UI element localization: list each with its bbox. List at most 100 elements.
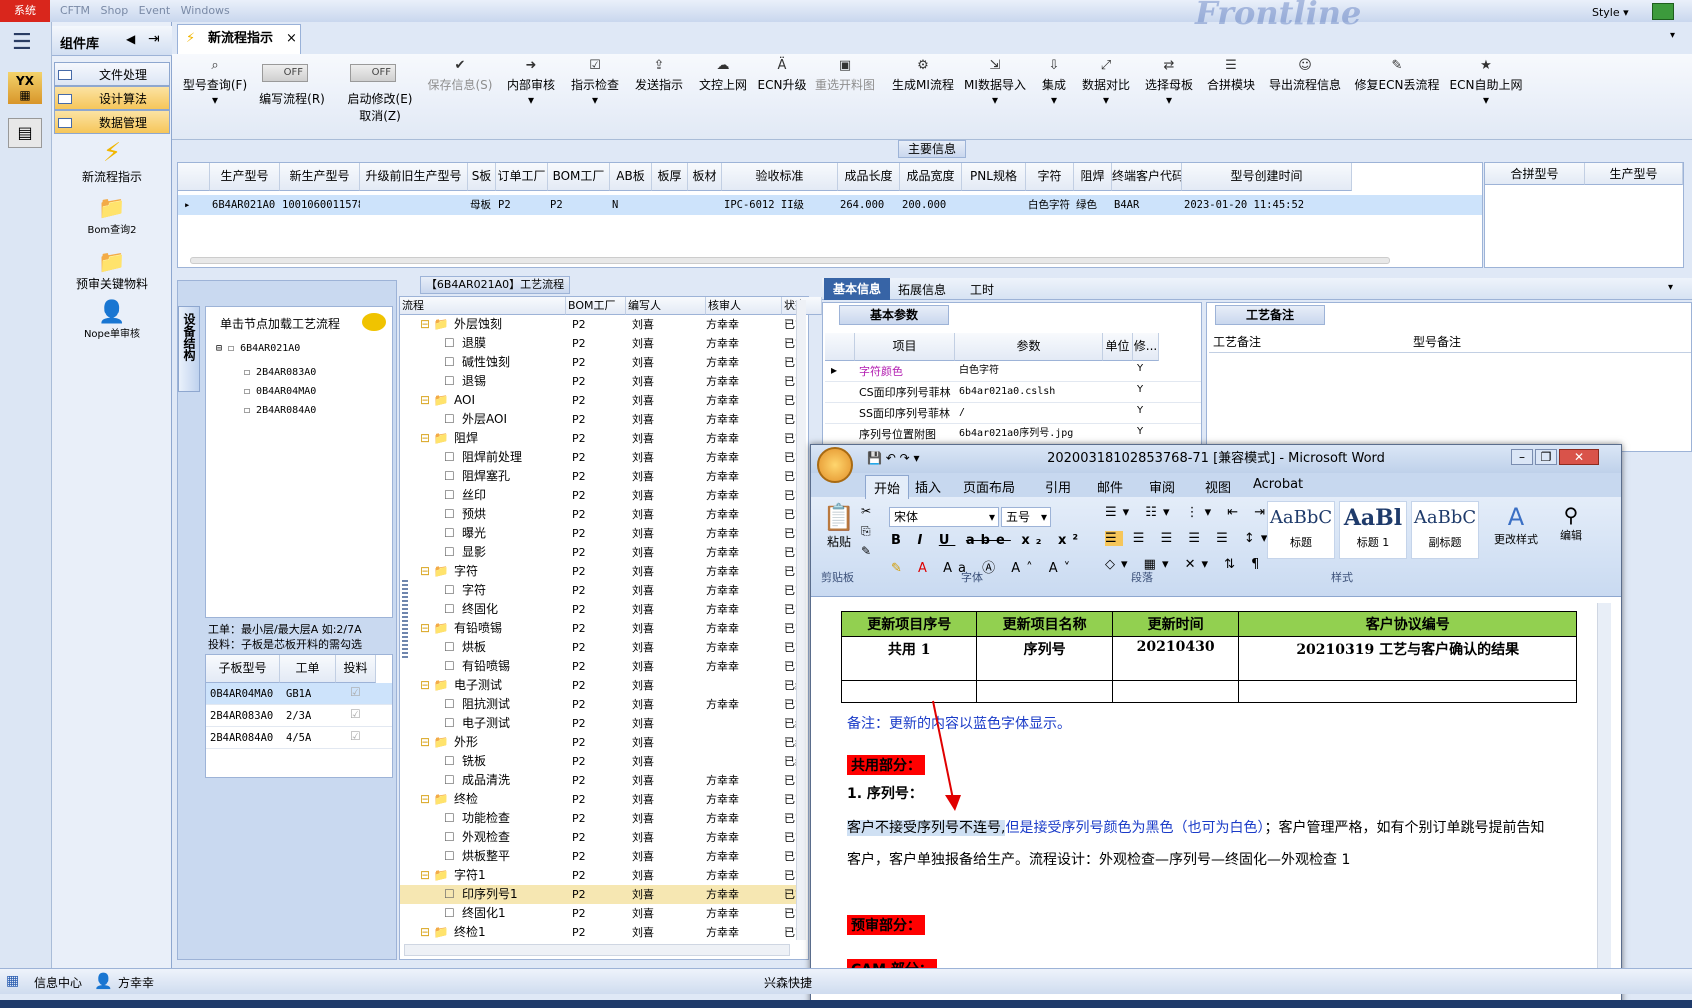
fix-ecn-button[interactable]: ✎ 修复ECN丢流程 (1352, 58, 1442, 93)
lib-nope-review[interactable]: 👤 Nope单审核 (52, 300, 172, 340)
calculator-icon[interactable]: ▤ (8, 118, 42, 148)
ribbon-tab[interactable]: 引用 (1045, 477, 1071, 496)
col-header-15[interactable]: 阻焊 (1074, 163, 1112, 191)
col-header-12[interactable]: 成品宽度 (900, 163, 962, 191)
start-modify-toggle[interactable]: OFF (350, 64, 396, 82)
merge-module-button[interactable]: ☰ 合拼模块 (1202, 58, 1260, 93)
param-col-header[interactable]: 修... (1133, 333, 1159, 361)
flow-step-row[interactable]: ☐ 外层AOI P2 刘喜 方幸幸 已审核 (400, 410, 796, 429)
param-col-header[interactable]: 参数 (955, 333, 1103, 361)
word-vscroll[interactable] (1597, 603, 1611, 983)
flow-step-row[interactable]: ☐ 丝印 P2 刘喜 方幸幸 已审核 (400, 486, 796, 505)
flow-vscroll[interactable] (796, 300, 806, 940)
ribbon-tab[interactable]: 邮件 (1097, 477, 1123, 496)
ribbon-tab[interactable]: 页面布局 (963, 477, 1015, 496)
tab-menu-icon[interactable]: ▾ (1668, 282, 1673, 293)
flow-group-row[interactable]: ⊟ 📁 终检 P2 刘喜 方幸幸 已审核 (400, 790, 796, 809)
feed-checkbox[interactable]: ☑ (350, 685, 361, 699)
style-swatch[interactable]: AaBbC 副标题 (1411, 501, 1479, 559)
flow-step-row[interactable]: ☐ 终固化 P2 刘喜 方幸幸 已审核 (400, 600, 796, 619)
ecn-self-upload-button[interactable]: ★ ECN自助上网 ▾ (1444, 58, 1528, 107)
flow-group-row[interactable]: ⊟ 📁 阻焊 P2 刘喜 方幸幸 已审核 (400, 429, 796, 448)
param-col-header[interactable]: 单位 (1103, 333, 1133, 361)
style-swatch[interactable]: AaBbC 标题 (1267, 501, 1335, 559)
flow-step-row[interactable]: ☐ 功能检查 P2 刘喜 方幸幸 已审核 (400, 809, 796, 828)
pin-icon[interactable]: ⇥ (148, 31, 160, 47)
col-header-4[interactable]: S板 (468, 163, 496, 191)
horizontal-scrollbar[interactable] (190, 257, 1390, 264)
col-header-14[interactable]: 字符 (1026, 163, 1074, 191)
flow-step-row[interactable]: ☐ 阻焊塞孔 P2 刘喜 方幸幸 已审核 (400, 467, 796, 486)
flow-hscroll[interactable] (404, 944, 790, 956)
info-center-label[interactable]: 信息中心 (34, 974, 82, 991)
ribbon-tab[interactable]: 审阅 (1149, 477, 1175, 496)
save-info-button[interactable]: ✔ 保存信息(S) (425, 58, 495, 93)
style-swatch[interactable]: AaBl 标题 1 (1339, 501, 1407, 559)
flow-step-row[interactable]: ☐ 碱性蚀刻 P2 刘喜 方幸幸 已审核 (400, 353, 796, 372)
flow-col-header[interactable]: BOM工厂 (566, 297, 626, 315)
col-header-17[interactable]: 型号创建时间 (1182, 163, 1352, 191)
mi-import-button[interactable]: ⇲ MI数据导入 ▾ (960, 58, 1030, 107)
reselect-cut-button[interactable]: ▣ 重选开料图 (810, 58, 880, 93)
flow-group-row[interactable]: ⊟ 📁 终检1 P2 刘喜 方幸幸 已审核 (400, 923, 796, 941)
feed-checkbox[interactable]: ☑ (350, 729, 361, 743)
change-style-button[interactable]: A 更改样式 (1491, 503, 1541, 547)
font-color-buttons[interactable]: ✎ A Aa Ⓐ A˄ A˅ (891, 557, 1076, 576)
flow-step-row[interactable]: ☐ 外观检查 P2 刘喜 方幸幸 已审核 (400, 828, 796, 847)
flow-step-row[interactable]: ☐ 电子测试 P2 刘喜 已编写 (400, 714, 796, 733)
yx-app-icon[interactable]: YX ▦ (8, 72, 42, 104)
col-header-8[interactable]: 板厚 (652, 163, 688, 191)
edit-button[interactable]: ⚲ 编辑 (1551, 503, 1591, 543)
flow-step-row[interactable]: ☐ 有铅喷锡 P2 刘喜 方幸幸 已审核 (400, 657, 796, 676)
select-mother-button[interactable]: ⇄ 选择母板 ▾ (1138, 58, 1200, 107)
col-header-1[interactable]: 生产型号 (210, 163, 280, 191)
param-row[interactable]: SS面印序列号菲林 / Y (825, 403, 1201, 424)
font-format-buttons[interactable]: B I U abe x₂ x² (891, 533, 1084, 548)
flow-step-row[interactable]: ☐ 烘板 P2 刘喜 方幸幸 已审核 (400, 638, 796, 657)
tab-new-flow[interactable]: ⚡ 新流程指示 × (177, 24, 301, 54)
param-row[interactable]: 序列号位置附图 6b4ar021a0序列号.jpg Y (825, 424, 1201, 445)
col-header-5[interactable]: 订单工厂 (496, 163, 548, 191)
tab-worktime[interactable]: 工时 (970, 281, 994, 298)
minimize-icon[interactable]: – (1511, 449, 1533, 465)
flow-step-row[interactable]: ☐ 退锡 P2 刘喜 方幸幸 已审核 (400, 372, 796, 391)
col-header-9[interactable]: 板材 (688, 163, 722, 191)
sub-board-row[interactable]: 2B4AR084A0 4/5A ☑ (206, 727, 392, 749)
feed-checkbox[interactable]: ☑ (350, 707, 361, 721)
flow-group-row[interactable]: ⊟ 📁 外形 P2 刘喜 已编写 (400, 733, 796, 752)
flow-step-row[interactable]: ☐ 退膜 P2 刘喜 方幸幸 已审核 (400, 334, 796, 353)
doc-upload-button[interactable]: ☁ 文控上网 (692, 58, 754, 93)
paste-button[interactable]: 📋 粘贴 (819, 503, 859, 550)
style-dropdown[interactable]: Style ▾ (1592, 6, 1629, 19)
tab-basic-info[interactable]: 基本信息 (824, 278, 890, 300)
para-buttons[interactable]: ◇▾ ▦▾ ✕▾ ⇅ ¶ (1105, 557, 1265, 572)
flow-step-row[interactable]: ☐ 终固化1 P2 刘喜 方幸幸 已审核 (400, 904, 796, 923)
flow-group-row[interactable]: ⊟ 📁 电子测试 P2 刘喜 已编写 (400, 676, 796, 695)
param-row[interactable]: CS面印序列号菲林 6b4ar021a0.cslsh Y (825, 382, 1201, 403)
align-buttons[interactable]: ☰ ☰ ☰ ☰ ☰ ↕▾ (1105, 531, 1273, 546)
document-page[interactable]: 更新项目序号 更新项目名称 更新时间 客户协议编号 共用 1 序列号 20210430 20… (827, 603, 1595, 1005)
param-col-header[interactable]: 项目 (855, 333, 955, 361)
list-buttons[interactable]: ☰▾ ☷▾ ⋮▾ ⇤ ⇥ (1105, 505, 1271, 520)
col-header-10[interactable]: 验收标准 (722, 163, 838, 191)
lib-new-flow[interactable]: ⚡ 新流程指示 (52, 138, 172, 185)
flow-group-row[interactable]: ⊟ 📁 有铅喷锡 P2 刘喜 方幸幸 已审核 (400, 619, 796, 638)
system-tab[interactable]: 系统 (0, 0, 50, 22)
ecn-upgrade-button[interactable]: Ä ECN升级 (756, 58, 808, 93)
restore-icon[interactable]: ❐ (1535, 449, 1557, 465)
instruction-check-button[interactable]: ☑ 指示检查 ▾ (564, 58, 626, 107)
sub-board-row[interactable]: 0B4AR04MA0 GB1A ☑ (206, 683, 392, 705)
flow-step-row[interactable]: ☐ 烘板整平 P2 刘喜 方幸幸 已审核 (400, 847, 796, 866)
tree-root[interactable]: ⊟ ☐ 6B4AR021A0 (216, 343, 300, 354)
flow-group-row[interactable]: ⊟ 📁 字符 P2 刘喜 方幸幸 已审核 (400, 562, 796, 581)
param-row[interactable]: ▸ 字符颜色 白色字符 Y (825, 361, 1201, 382)
data-compare-button[interactable]: ⤢ 数据对比 ▾ (1078, 58, 1134, 107)
font-select[interactable]: 宋体 ▾ (889, 507, 999, 527)
row-indicator[interactable]: ▸ (184, 195, 204, 215)
flow-group-row[interactable]: ⊟ 📁 外层蚀刻 P2 刘喜 方幸幸 已审核 (400, 315, 796, 334)
internal-review-button[interactable]: ➜ 内部审核 ▾ (500, 58, 562, 107)
main-info-row[interactable]: ▸ 6B4AR021A0 10010600115782 母板 P2 P2 N IPC-6012… (178, 195, 1482, 215)
flow-col-header[interactable]: 流程 (400, 297, 566, 315)
close-icon[interactable]: × (286, 25, 297, 53)
col-header-3[interactable]: 升级前旧生产型号 (360, 163, 468, 191)
